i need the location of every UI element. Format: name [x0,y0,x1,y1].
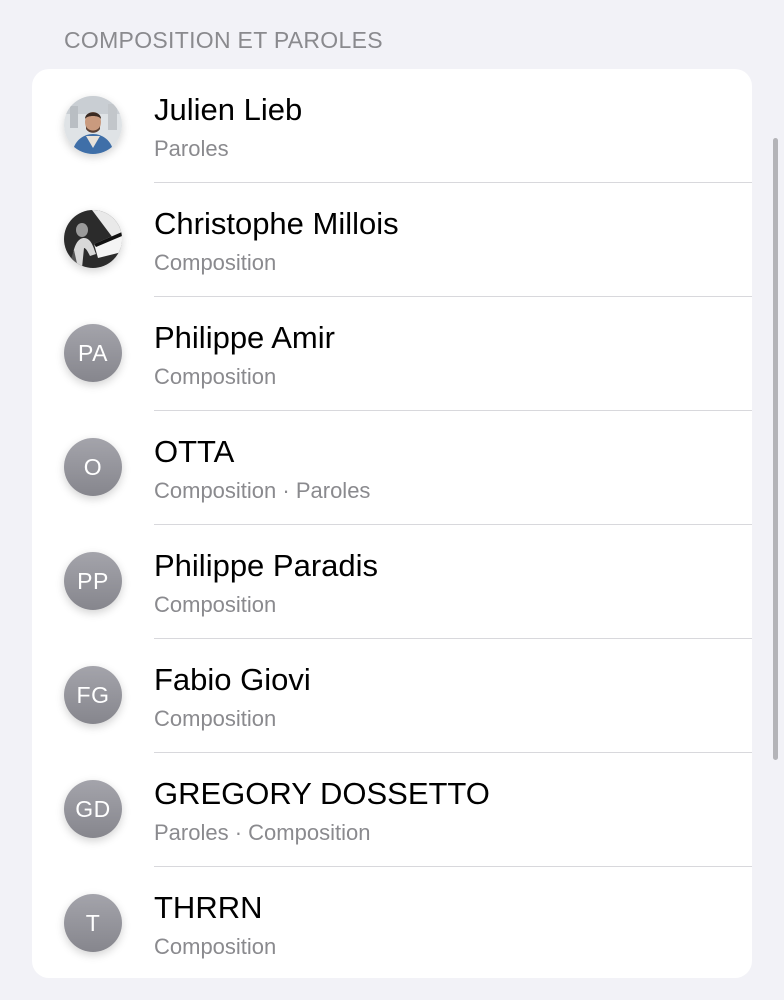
person-photo-icon [64,96,122,154]
avatar-initials: FG [64,666,122,724]
avatar-initials: T [64,894,122,952]
avatar-initials: PP [64,552,122,610]
credits-list: Julien Lieb Paroles Christophe Millois C… [32,69,752,978]
credit-role: Composition · Paroles [154,478,371,503]
pianist-photo-icon [64,210,122,268]
credit-name: GREGORY DOSSETTO [154,776,490,811]
credit-name: Philippe Paradis [154,548,379,583]
credit-role: Composition [154,706,277,731]
credit-row-philippe-amir[interactable]: PA Philippe Amir Composition [32,297,752,411]
credit-role: Composition [154,592,277,617]
credit-name: Christophe Millois [154,206,399,241]
credit-row-fabio-giovi[interactable]: FG Fabio Giovi Composition [32,639,752,753]
avatar-initials: PA [64,324,122,382]
avatar-initials: O [64,438,122,496]
credit-row-thrrn[interactable]: T THRRN Composition [32,867,752,978]
credit-row-christophe-millois[interactable]: Christophe Millois Composition [32,183,752,297]
credit-role: Composition [154,364,277,389]
credit-row-otta[interactable]: O OTTA Composition · Paroles [32,411,752,525]
credits-page: COMPOSITION ET PAROLES Julien Lieb Parol… [0,0,784,1000]
credit-name: Julien Lieb [154,92,303,127]
avatar-initials: GD [64,780,122,838]
section-title: COMPOSITION ET PAROLES [64,27,383,53]
credit-role: Paroles · Composition [154,820,371,845]
credit-role: Composition [154,934,277,959]
credit-row-julien-lieb[interactable]: Julien Lieb Paroles [32,69,752,183]
credit-row-philippe-paradis[interactable]: PP Philippe Paradis Composition [32,525,752,639]
credit-row-gregory-dossetto[interactable]: GD GREGORY DOSSETTO Paroles · Compositio… [32,753,752,867]
credit-name: OTTA [154,434,235,469]
vertical-scrollbar[interactable] [773,138,778,760]
credit-role: Composition [154,250,277,275]
credit-name: THRRN [154,890,263,925]
credit-name: Fabio Giovi [154,662,311,697]
avatar-photo-icon [64,96,122,154]
avatar-photo-icon [64,210,122,268]
credit-name: Philippe Amir [154,320,335,355]
credit-role: Paroles [154,136,229,161]
